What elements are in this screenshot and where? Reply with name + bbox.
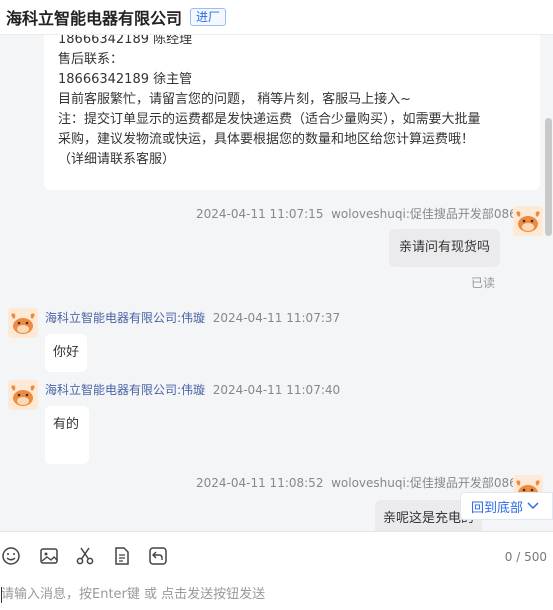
message-bubble: 有的 (45, 406, 89, 464)
message-time: 2024-04-11 11:07:40 (212, 383, 341, 397)
welcome-line: 18666342189 陈经理 (58, 34, 193, 47)
message-toolbar: 0 / 500 (0, 531, 553, 580)
message-text: 有的 (53, 417, 80, 432)
message-time: 2024-04-11 11:07:37 (212, 311, 341, 325)
history-icon[interactable] (148, 546, 168, 566)
chat-area[interactable]: 18666342189 陈经理 售后联系： 18666342189 徐主管 目前… (0, 34, 553, 531)
emoji-icon[interactable] (1, 546, 21, 566)
message-time: 2024-04-11 11:07:15 (196, 207, 324, 221)
message-meta: 海科立智能电器有限公司:伟璇 2024-04-11 11:07:37 (45, 309, 340, 326)
message-text: 你好 (53, 345, 80, 360)
welcome-line: 目前客服繁忙，请留言您的问题， 稍等片刻，客服马上接入~ (58, 92, 412, 107)
message-sender: 海科立智能电器有限公司:伟璇 (45, 311, 206, 325)
shop-name: 海科立智能电器有限公司 (6, 9, 183, 28)
message-text: 亲请问有现货吗 (399, 240, 491, 255)
message-sender: woloveshuqi:促佳搜品开发部086 (331, 207, 517, 221)
image-icon[interactable] (39, 546, 59, 566)
message-meta: 海科立智能电器有限公司:伟璇 2024-04-11 11:07:40 (45, 381, 340, 398)
message-input[interactable] (0, 579, 553, 610)
message-time: 2024-04-11 11:08:52 (196, 476, 324, 490)
chevron-down-icon (527, 502, 539, 510)
message-meta: 2024-04-11 11:08:52 woloveshuqi:促佳搜品开发部0… (196, 474, 517, 491)
message-bubble: 你好 (45, 334, 88, 372)
cow-avatar-icon (8, 308, 38, 338)
text-caret (1, 587, 2, 603)
welcome-line: 售后联系： (58, 52, 124, 67)
read-status: 已读 (471, 276, 496, 290)
message-input-area (0, 579, 553, 610)
welcome-line: 18666342189 徐主管 (58, 72, 193, 87)
cow-avatar-icon (8, 380, 38, 410)
message-sender: 海科立智能电器有限公司:伟璇 (45, 383, 206, 397)
char-counter: 0 / 500 (504, 550, 547, 564)
welcome-line: （详细请联系客服） (58, 152, 176, 167)
message-bubble: 亲请问有现货吗 (389, 229, 501, 267)
chat-header: 海科立智能电器有限公司 进厂 (0, 0, 553, 35)
cow-avatar-icon (513, 206, 543, 236)
seller-avatar[interactable] (8, 380, 38, 410)
enter-shop-button[interactable]: 进厂 (190, 8, 227, 26)
back-to-bottom-label: 回到底部 (471, 500, 524, 516)
welcome-message-bubble: 18666342189 陈经理 售后联系： 18666342189 徐主管 目前… (44, 34, 540, 190)
chat-scrollbar[interactable] (545, 118, 552, 236)
scissors-icon[interactable] (75, 546, 95, 566)
message-sender: woloveshuqi:促佳搜品开发部086 (331, 476, 517, 490)
file-icon[interactable] (112, 546, 132, 566)
message-meta: 2024-04-11 11:07:15 woloveshuqi:促佳搜品开发部0… (196, 205, 517, 222)
user-avatar[interactable] (513, 206, 543, 236)
welcome-line: 采购，建议发物流或快运，具体要根据您的数量和地区给您计算运费哦！ (58, 132, 475, 147)
seller-avatar[interactable] (8, 308, 38, 338)
back-to-bottom-button[interactable]: 回到底部 (460, 492, 553, 520)
welcome-line: 注：提交订单显示的运费都是发快递运费（适合少量购买），如需要大批量 (58, 112, 481, 127)
